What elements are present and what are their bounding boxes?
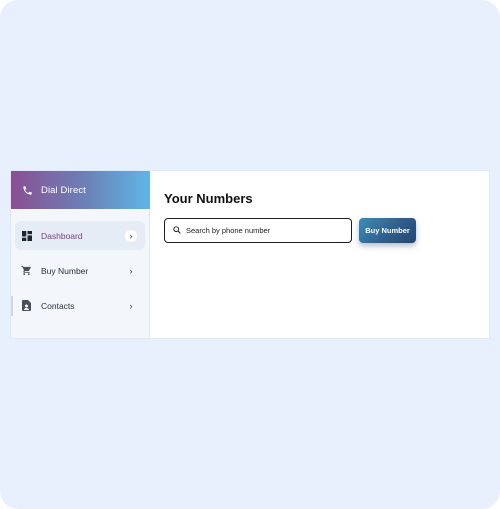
phone-icon: [22, 184, 34, 196]
chevron-right-icon: ›: [129, 265, 133, 276]
search-icon: [173, 226, 182, 235]
sidebar-item-buy-number[interactable]: Buy Number ›: [15, 256, 145, 285]
brand-title: Dial Direct: [41, 184, 86, 196]
buy-number-button[interactable]: Buy Number: [359, 218, 416, 243]
chevron-right-icon: ›: [129, 300, 133, 311]
cart-icon: [21, 265, 32, 276]
chevron-right-icon: ›: [125, 229, 137, 242]
sidebar-item-dashboard[interactable]: Dashboard ›: [15, 221, 145, 250]
sidebar-item-label: Contacts: [41, 300, 75, 311]
page-title: Your Numbers: [164, 191, 253, 206]
contacts-icon: [21, 300, 32, 311]
sidebar-nav: Dashboard › Buy Number › Contacts ›: [15, 221, 146, 326]
sidebar-scroll-indicator: [11, 296, 13, 316]
main-content: Your Numbers Buy Number: [151, 171, 489, 338]
app-window: Dial Direct Dashboard › Buy Number › Con…: [11, 171, 489, 338]
brand-header[interactable]: Dial Direct: [11, 171, 150, 209]
sidebar-item-label: Dashboard: [41, 230, 83, 241]
search-box[interactable]: [164, 218, 352, 243]
search-input[interactable]: [186, 226, 346, 235]
dashboard-icon: [21, 230, 32, 241]
sidebar: Dial Direct Dashboard › Buy Number › Con…: [11, 171, 150, 338]
sidebar-item-contacts[interactable]: Contacts ›: [15, 291, 145, 320]
sidebar-item-label: Buy Number: [41, 265, 89, 276]
